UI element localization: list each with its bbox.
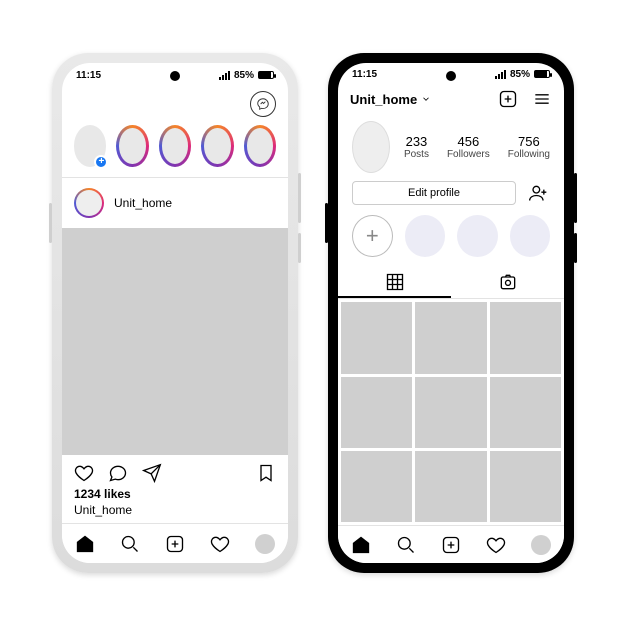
menu-icon[interactable] — [532, 89, 552, 109]
home-icon[interactable] — [75, 534, 95, 554]
signal-icon — [495, 70, 506, 79]
new-post-icon[interactable] — [498, 89, 518, 109]
battery-pct: 85% — [510, 69, 530, 80]
bottom-nav — [62, 523, 288, 563]
add-highlight[interactable]: + — [352, 215, 393, 257]
phone-profile: 11:15 85% Unit_home 233 Posts — [328, 53, 574, 573]
post-grid — [338, 299, 564, 525]
bookmark-icon[interactable] — [256, 463, 276, 483]
like-icon[interactable] — [74, 463, 94, 483]
profile-username[interactable]: Unit_home — [350, 92, 431, 107]
battery-pct: 85% — [234, 70, 254, 81]
messenger-button[interactable] — [250, 91, 276, 117]
comment-icon[interactable] — [108, 463, 128, 483]
profile-tab-icon[interactable] — [531, 535, 551, 555]
highlights-tray: + — [338, 215, 564, 267]
grid-cell[interactable] — [415, 451, 486, 522]
stat-posts[interactable]: 233 Posts — [404, 134, 429, 160]
new-post-icon[interactable] — [441, 535, 461, 555]
caption-username[interactable]: Unit_home — [62, 501, 288, 523]
stories-tray: + — [62, 123, 288, 177]
chevron-down-icon — [421, 94, 431, 104]
activity-icon[interactable] — [210, 534, 230, 554]
highlight-item[interactable] — [405, 215, 445, 257]
grid-cell[interactable] — [415, 302, 486, 373]
stat-followers[interactable]: 456 Followers — [447, 134, 490, 160]
grid-cell[interactable] — [490, 451, 561, 522]
profile-avatar[interactable] — [352, 121, 390, 173]
edit-profile-button[interactable]: Edit profile — [352, 181, 516, 205]
story-item[interactable] — [116, 125, 148, 167]
your-story[interactable]: + — [74, 125, 106, 167]
activity-icon[interactable] — [486, 535, 506, 555]
front-camera — [446, 71, 456, 81]
tab-tagged[interactable] — [451, 267, 564, 298]
post-header[interactable]: Unit_home — [62, 178, 288, 228]
highlight-item[interactable] — [457, 215, 497, 257]
home-icon[interactable] — [351, 535, 371, 555]
stat-following[interactable]: 756 Following — [508, 134, 550, 160]
grid-cell[interactable] — [341, 377, 412, 448]
story-item[interactable] — [244, 125, 276, 167]
plus-icon: + — [94, 155, 108, 169]
grid-cell[interactable] — [490, 302, 561, 373]
discover-people-button[interactable] — [526, 181, 550, 205]
likes-count[interactable]: 1234 likes — [62, 487, 288, 501]
grid-cell[interactable] — [415, 377, 486, 448]
profile-tab-icon[interactable] — [255, 534, 275, 554]
bottom-nav — [338, 525, 564, 563]
clock: 11:15 — [352, 69, 377, 80]
tagged-icon — [498, 272, 518, 292]
phone-feed: 11:15 85% + Unit_home — [52, 53, 298, 573]
post-avatar[interactable] — [74, 188, 104, 218]
messenger-icon — [256, 97, 270, 111]
story-item[interactable] — [201, 125, 233, 167]
grid-icon — [385, 272, 405, 292]
search-icon[interactable] — [396, 535, 416, 555]
clock: 11:15 — [76, 70, 101, 81]
grid-cell[interactable] — [341, 451, 412, 522]
post-username[interactable]: Unit_home — [114, 196, 172, 210]
tab-grid[interactable] — [338, 267, 451, 298]
battery-icon — [258, 71, 274, 79]
battery-icon — [534, 70, 550, 78]
story-item[interactable] — [159, 125, 191, 167]
post-image[interactable] — [62, 228, 288, 455]
share-icon[interactable] — [142, 463, 162, 483]
grid-cell[interactable] — [341, 302, 412, 373]
new-post-icon[interactable] — [165, 534, 185, 554]
add-person-icon — [528, 183, 548, 203]
search-icon[interactable] — [120, 534, 140, 554]
signal-icon — [219, 71, 230, 80]
highlight-item[interactable] — [510, 215, 550, 257]
front-camera — [170, 71, 180, 81]
grid-cell[interactable] — [490, 377, 561, 448]
